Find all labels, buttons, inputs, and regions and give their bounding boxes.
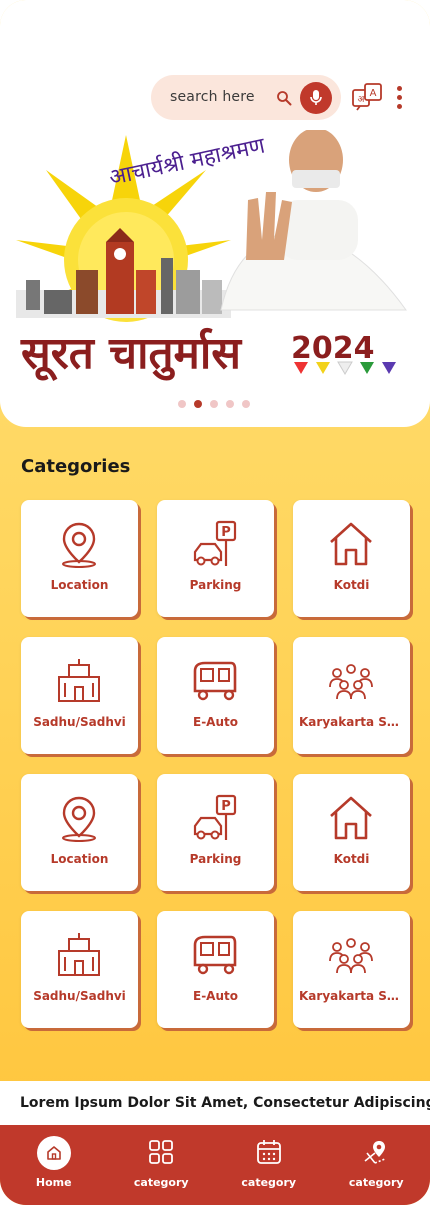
category-label: Parking [189,852,242,866]
carousel-dot[interactable] [178,400,186,408]
house-icon [330,522,372,566]
category-card-e-auto[interactable]: E-Auto [157,637,274,754]
city-skyline-icon [16,228,231,318]
svg-text:P: P [221,799,231,814]
category-card-kotdi[interactable]: Kotdi [293,500,410,617]
nav-item-category-map[interactable]: category [323,1125,430,1205]
auto-rickshaw-icon [193,935,237,975]
category-label: Location [50,852,109,866]
ticker-text: Lorem Ipsum Dolor Sit Amet, Consectetur … [20,1095,430,1111]
nav-item-category-calendar[interactable]: category [215,1125,323,1205]
section-title: Categories [21,456,131,477]
category-card-karyakarta[interactable]: Karyakarta Seva [293,637,410,754]
temple-icon [58,933,100,976]
category-label: Location [50,578,109,592]
category-label: E-Auto [193,715,238,729]
category-label: E-Auto [193,989,238,1003]
category-card-location[interactable]: Location [21,500,138,617]
svg-text:A: A [370,88,377,99]
carousel-dot[interactable] [242,400,250,408]
auto-rickshaw-icon [193,661,237,701]
category-label: Karyakarta Seva [299,715,404,729]
category-card-sadhu-sadhvi[interactable]: Sadhu/Sadhvi [21,637,138,754]
grid-icon [149,1140,174,1164]
mic-icon [310,90,322,105]
nav-item-category-grid[interactable]: category [108,1125,216,1205]
banner-year: 2024 [291,331,375,366]
nav-label: category [241,1176,297,1189]
category-card-e-auto[interactable]: E-Auto [157,911,274,1028]
banner-top-text: आचार्यश्री महाश्रमण [107,132,268,191]
temple-icon [58,659,100,702]
category-label: Kotdi [333,578,370,592]
nav-item-home[interactable]: Home [0,1125,108,1205]
location-pin-icon [62,796,96,842]
carousel-dot[interactable] [210,400,218,408]
banner-title: सूरत चातुर्मास [20,327,243,382]
home-icon [46,1146,61,1160]
banner-image: आचार्यश्री महाश्रमण सूरत चातुर्मास 2024 [16,130,407,382]
nav-label: category [348,1176,404,1189]
search-icon[interactable] [276,90,292,106]
nav-label: Home [35,1176,72,1189]
svg-text:P: P [221,525,231,540]
category-card-karyakarta[interactable]: Karyakarta Seva [293,911,410,1028]
category-card-kotdi[interactable]: Kotdi [293,774,410,891]
category-card-location[interactable]: Location [21,774,138,891]
calendar-icon [256,1140,281,1164]
nav-label: category [133,1176,189,1189]
people-group-icon [329,664,373,700]
parking-icon: P [193,520,237,566]
carousel-dot-active[interactable] [194,400,202,408]
parking-icon: P [193,794,237,840]
home-icon-wrapper [36,1136,71,1170]
app-screen: search here A अ आचार्यश्री महाश्रमण सूरत… [0,0,430,1205]
category-label: Parking [189,578,242,592]
category-label: Sadhu/Sadhvi [33,715,126,729]
carousel-indicator [178,400,250,408]
news-ticker: Lorem Ipsum Dolor Sit Amet, Consectetur … [0,1081,430,1125]
search-input[interactable]: search here [170,89,255,105]
category-card-parking[interactable]: P Parking [157,774,274,891]
location-pin-icon [62,522,96,568]
kebab-menu-icon[interactable] [396,86,404,110]
category-label: Karyakarta Seva [299,989,404,1003]
category-label: Kotdi [333,852,370,866]
header-section: search here A अ आचार्यश्री महाश्रमण सूरत… [0,0,430,427]
bottom-navigation: Home category category category [0,1125,430,1205]
mic-button[interactable] [300,82,332,114]
category-grid: Location P Parking Kotdi Sadhu/Sadhvi E-… [21,500,410,1028]
category-label: Sadhu/Sadhvi [33,989,126,1003]
category-card-parking[interactable]: P Parking [157,500,274,617]
category-card-sadhu-sadhvi[interactable]: Sadhu/Sadhvi [21,911,138,1028]
carousel-dot[interactable] [226,400,234,408]
house-icon [330,796,372,840]
svg-text:अ: अ [358,95,366,105]
translate-icon[interactable]: A अ [351,82,383,114]
people-group-icon [329,938,373,974]
map-pin-icon [364,1141,386,1164]
